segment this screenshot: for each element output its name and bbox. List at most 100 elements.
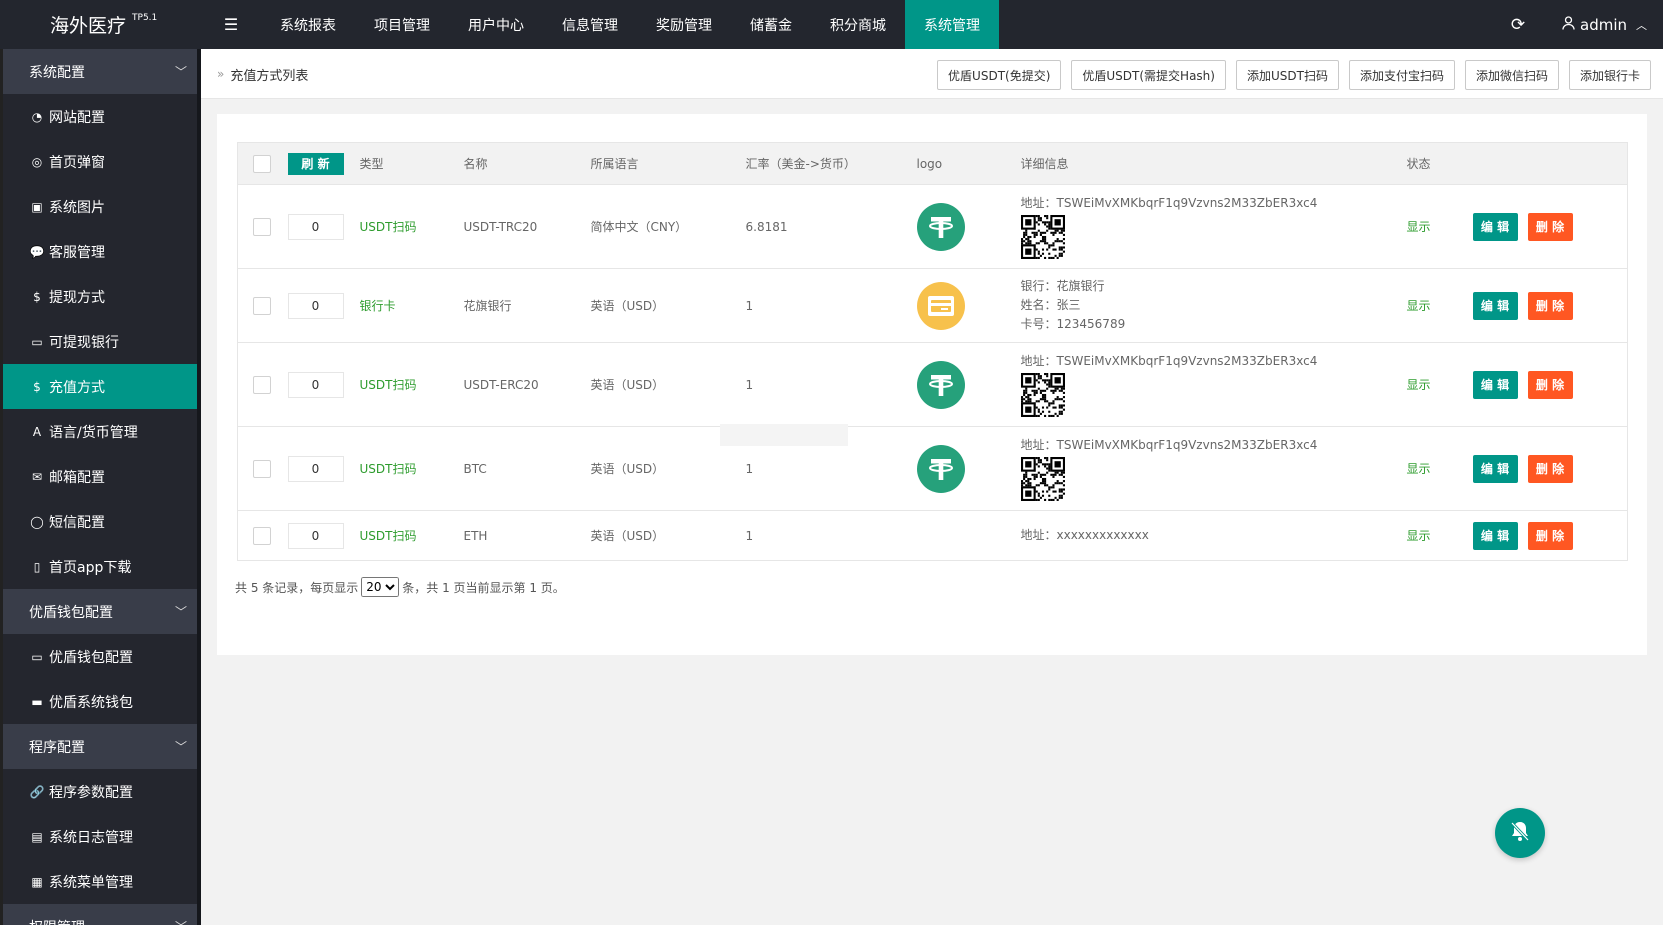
nav-item[interactable]: 项目管理	[355, 0, 449, 49]
sidebar-item[interactable]: ▬ 优盾系统钱包	[0, 679, 201, 724]
row-type: USDT扫码	[359, 462, 417, 476]
delete-button[interactable]: 删 除	[1527, 521, 1573, 550]
row-checkbox[interactable]	[253, 526, 271, 545]
nav-item[interactable]: 信息管理	[543, 0, 637, 49]
sidebar: 系统配置 ﹀ ◔ 网站配置 ◎ 首页弹窗 ▣ 系统图片 💬 客服管理 $ 提现方式 ▭ 可提现银行 $ 充值方…	[0, 49, 201, 925]
row-checkbox[interactable]	[253, 459, 271, 478]
row-rate: 1	[745, 528, 754, 543]
sidebar-item-label: 充值方式	[49, 379, 105, 396]
sidebar-item[interactable]: A 语言/货币管理	[0, 409, 201, 454]
floating-action-button[interactable]	[1495, 808, 1545, 858]
sidebar-item-label: 网站配置	[49, 109, 105, 126]
nav-item[interactable]: 系统管理	[905, 0, 999, 49]
action-button[interactable]: 添加USDT扫码	[1235, 60, 1339, 90]
edit-button[interactable]: 编 辑	[1472, 370, 1518, 399]
row-type: 银行卡	[359, 299, 396, 313]
edit-button[interactable]: 编 辑	[1472, 291, 1518, 320]
nav-item[interactable]: 用户中心	[449, 0, 543, 49]
select-all-checkbox[interactable]	[253, 154, 271, 173]
sort-order-input[interactable]	[287, 371, 344, 398]
action-button[interactable]: 添加支付宝扫码	[1348, 60, 1455, 90]
user-icon	[1562, 15, 1575, 34]
link-icon: 🔗	[29, 784, 45, 799]
row-detail-line: 地址：TSWEiMvXMKbqrF1q9Vzvns2M33ZbER3xc4	[1020, 438, 1318, 452]
row-language: 英语（USD）	[590, 299, 665, 313]
row-checkbox[interactable]	[253, 217, 271, 236]
delete-button[interactable]: 删 除	[1527, 291, 1573, 320]
delete-button[interactable]: 删 除	[1527, 370, 1573, 399]
action-button[interactable]: 添加银行卡	[1568, 60, 1651, 90]
row-status: 显示	[1406, 220, 1431, 234]
sidebar-item-label: 首页弹窗	[49, 154, 105, 171]
sidebar-item[interactable]: ▣ 系统图片	[0, 184, 201, 229]
nav-item[interactable]: 积分商城	[811, 0, 905, 49]
chat-icon: 💬	[29, 244, 45, 259]
sidebar-item[interactable]: $ 提现方式	[0, 274, 201, 319]
app-logo[interactable]: 海外医疗 TP5.1	[0, 0, 201, 49]
delete-button[interactable]: 删 除	[1527, 212, 1573, 241]
chevron-down-icon: ﹀	[174, 605, 187, 619]
pager-suffix: 条，共 1 页当前显示第 1 页。	[402, 580, 565, 595]
header-rate: 汇率（美金->货币）	[745, 142, 917, 185]
sidebar-item[interactable]: 💬 客服管理	[0, 229, 201, 274]
sidebar-group-label: 系统配置	[29, 64, 85, 81]
refresh-icon[interactable]: ⟳	[1488, 0, 1548, 49]
sidebar-item[interactable]: ▤ 系统日志管理	[0, 814, 201, 859]
sort-order-input[interactable]	[287, 455, 344, 482]
eye-icon: ◎	[31, 154, 43, 169]
dollar-icon: $	[33, 379, 41, 394]
sidebar-item[interactable]: ◎ 首页弹窗	[0, 139, 201, 184]
sort-order-input[interactable]	[287, 213, 344, 240]
sidebar-item-label: 邮箱配置	[49, 469, 105, 486]
edit-button[interactable]: 编 辑	[1472, 521, 1518, 550]
row-language: 英语（USD）	[590, 378, 665, 392]
action-button[interactable]: 优盾USDT(免提交)	[937, 60, 1062, 90]
sidebar-item[interactable]: ▦ 系统菜单管理	[0, 859, 201, 904]
usdt-logo-icon	[916, 444, 965, 493]
bell-off-icon	[1507, 818, 1533, 848]
row-status: 显示	[1406, 462, 1431, 476]
row-checkbox[interactable]	[253, 296, 271, 315]
edit-button[interactable]: 编 辑	[1472, 454, 1518, 483]
row-language: 英语（USD）	[590, 529, 665, 543]
per-page-select[interactable]: 20	[361, 577, 400, 597]
user-menu[interactable]: admin ︿	[1548, 0, 1663, 49]
action-button[interactable]: 优盾USDT(需提交Hash)	[1071, 60, 1226, 90]
image-icon: ▣	[31, 199, 43, 214]
sidebar-item[interactable]: ◯ 短信配置	[0, 499, 201, 544]
sidebar-item[interactable]: 🔗 程序参数配置	[0, 769, 201, 814]
row-language: 英语（USD）	[590, 462, 665, 476]
breadcrumb-bar: » 充值方式列表 优盾USDT(免提交) 优盾USDT(需提交Hash) 添加USD…	[201, 49, 1663, 99]
delete-button[interactable]: 删 除	[1527, 454, 1573, 483]
action-button[interactable]: 添加微信扫码	[1464, 60, 1559, 90]
sidebar-group[interactable]: 权限管理 ﹀	[0, 904, 201, 925]
row-checkbox[interactable]	[253, 375, 271, 394]
table-row: USDT扫码 ETH 英语（USD） 1 地址：xxxxxxxxxxxxx 显示 编 辑删 …	[237, 510, 1628, 561]
row-status: 显示	[1406, 299, 1431, 313]
edit-button[interactable]: 编 辑	[1472, 212, 1518, 241]
sort-order-input[interactable]	[287, 522, 344, 549]
sidebar-item-label: 优盾钱包配置	[49, 649, 133, 666]
sidebar-item[interactable]: ✉ 邮箱配置	[0, 454, 201, 499]
sidebar-item[interactable]: $ 充值方式	[0, 364, 201, 409]
row-type: USDT扫码	[359, 529, 417, 543]
wallet-icon: ▬	[31, 694, 43, 709]
sidebar-item[interactable]: ▭ 优盾钱包配置	[0, 634, 201, 679]
sidebar-group[interactable]: 优盾钱包配置 ﹀	[0, 589, 201, 634]
nav-item[interactable]: 奖励管理	[637, 0, 731, 49]
sidebar-group[interactable]: 程序配置 ﹀	[0, 724, 201, 769]
header-actions	[1472, 142, 1628, 185]
sidebar-item[interactable]: ▯ 首页app下载	[0, 544, 201, 589]
row-detail-line: 姓名：张三	[1020, 298, 1081, 312]
menu-toggle-icon[interactable]: ☰	[201, 0, 261, 49]
sidebar-group[interactable]: 系统配置 ﹀	[0, 49, 201, 94]
row-detail-line: 银行：花旗银行	[1020, 279, 1105, 293]
user-name: admin	[1580, 15, 1627, 34]
refresh-button[interactable]: 刷 新	[287, 152, 344, 175]
sidebar-item[interactable]: ◔ 网站配置	[0, 94, 201, 139]
sort-order-input[interactable]	[287, 292, 344, 319]
nav-item[interactable]: 系统报表	[261, 0, 355, 49]
bank-card-logo-icon	[916, 281, 965, 330]
sidebar-item[interactable]: ▭ 可提现银行	[0, 319, 201, 364]
nav-item[interactable]: 储蓄金	[731, 0, 811, 49]
